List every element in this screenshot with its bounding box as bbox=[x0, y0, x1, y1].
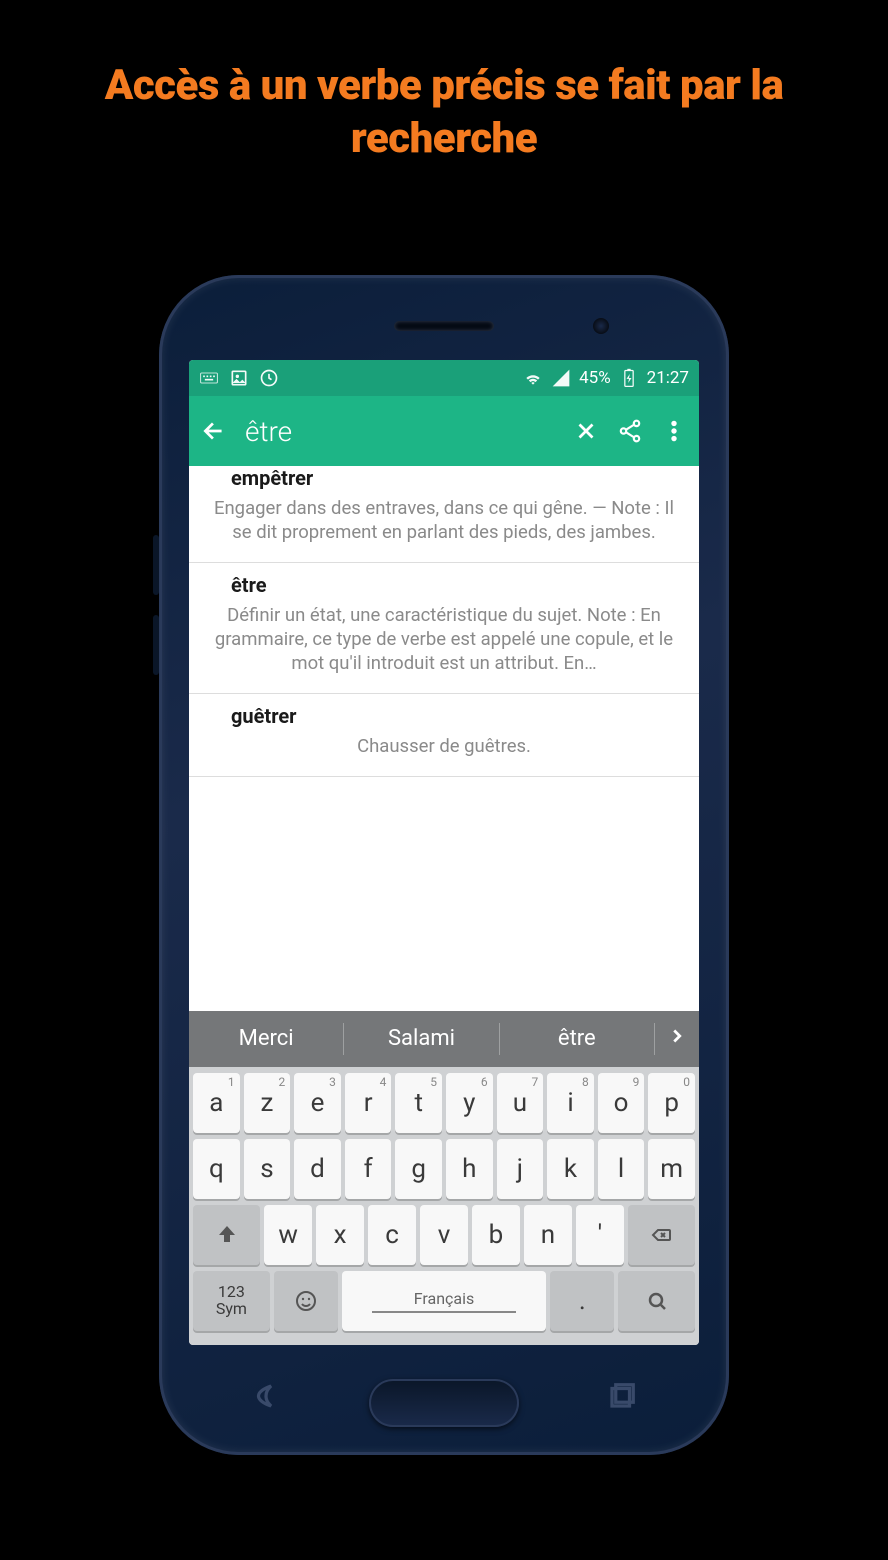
result-item[interactable]: empêtrer Engager dans des entraves, dans… bbox=[189, 466, 699, 563]
result-item[interactable]: guêtrer Chausser de guêtres. bbox=[189, 694, 699, 777]
result-word: être bbox=[211, 573, 677, 597]
letter-key-r[interactable]: r4 bbox=[345, 1073, 392, 1133]
result-definition: Engager dans des entraves, dans ce qui g… bbox=[211, 496, 677, 544]
clear-icon[interactable] bbox=[573, 418, 599, 444]
clock: 21:27 bbox=[647, 368, 689, 388]
keyboard-suggestion[interactable]: Merci bbox=[189, 1023, 344, 1055]
letter-key-k[interactable]: k bbox=[547, 1139, 594, 1199]
overflow-menu-icon[interactable] bbox=[661, 418, 687, 444]
letter-key-y[interactable]: y6 bbox=[446, 1073, 493, 1133]
letter-key-f[interactable]: f bbox=[345, 1139, 392, 1199]
letter-key-s[interactable]: s bbox=[244, 1139, 291, 1199]
letter-key-i[interactable]: i8 bbox=[547, 1073, 594, 1133]
apostrophe-key[interactable]: ' bbox=[576, 1205, 624, 1265]
letter-key-l[interactable]: l bbox=[598, 1139, 645, 1199]
phone-frame: 45% 21:27 être empêtrer Engager dans des… bbox=[159, 275, 729, 1455]
letter-key-t[interactable]: t5 bbox=[395, 1073, 442, 1133]
letter-key-c[interactable]: c bbox=[368, 1205, 416, 1265]
letter-key-n[interactable]: n bbox=[524, 1205, 572, 1265]
status-bar: 45% 21:27 bbox=[189, 360, 699, 396]
sync-icon bbox=[259, 368, 279, 388]
earpiece bbox=[394, 321, 494, 331]
letter-key-a[interactable]: a1 bbox=[193, 1073, 240, 1133]
hw-recent-button[interactable] bbox=[605, 1381, 639, 1411]
keyboard-row-2: qsdfghjklm bbox=[193, 1139, 695, 1199]
letter-key-d[interactable]: d bbox=[294, 1139, 341, 1199]
front-camera bbox=[593, 318, 609, 334]
hw-home-button[interactable] bbox=[369, 1379, 519, 1427]
letter-key-p[interactable]: p0 bbox=[648, 1073, 695, 1133]
letter-key-b[interactable]: b bbox=[472, 1205, 520, 1265]
volume-up-button bbox=[153, 535, 159, 595]
letter-key-o[interactable]: o9 bbox=[598, 1073, 645, 1133]
result-word: guêtrer bbox=[211, 704, 677, 728]
letter-key-u[interactable]: u7 bbox=[497, 1073, 544, 1133]
shift-key[interactable] bbox=[193, 1205, 260, 1265]
letter-key-q[interactable]: q bbox=[193, 1139, 240, 1199]
letter-key-e[interactable]: e3 bbox=[294, 1073, 341, 1133]
battery-percent: 45% bbox=[579, 368, 611, 388]
emoji-key[interactable] bbox=[274, 1271, 338, 1331]
soft-keyboard: Merci Salami être a1z2e3r4t5y6u7i8o9p0 q… bbox=[189, 1011, 699, 1345]
keyboard-row-4: 123 Sym Français . bbox=[193, 1271, 695, 1331]
result-word: empêtrer bbox=[211, 466, 677, 490]
letter-key-m[interactable]: m bbox=[648, 1139, 695, 1199]
search-results[interactable]: empêtrer Engager dans des entraves, dans… bbox=[189, 466, 699, 1011]
search-key[interactable] bbox=[618, 1271, 695, 1331]
letter-key-z[interactable]: z2 bbox=[244, 1073, 291, 1133]
letter-key-v[interactable]: v bbox=[420, 1205, 468, 1265]
phone-screen: 45% 21:27 être empêtrer Engager dans des… bbox=[189, 360, 699, 1345]
keyboard-indicator-icon bbox=[199, 368, 219, 388]
backspace-key[interactable] bbox=[628, 1205, 695, 1265]
promo-headline: Accès à un verbe précis se fait par la r… bbox=[0, 0, 888, 165]
share-icon[interactable] bbox=[617, 418, 643, 444]
letter-key-h[interactable]: h bbox=[446, 1139, 493, 1199]
wifi-icon bbox=[523, 368, 543, 388]
symbols-key[interactable]: 123 Sym bbox=[193, 1271, 270, 1331]
suggestion-expand-icon[interactable] bbox=[655, 1024, 699, 1054]
signal-icon bbox=[551, 368, 571, 388]
battery-charging-icon bbox=[619, 368, 639, 388]
letter-key-g[interactable]: g bbox=[395, 1139, 442, 1199]
hw-back-button[interactable] bbox=[249, 1381, 283, 1411]
result-definition: Chausser de guêtres. bbox=[211, 734, 677, 758]
keyboard-suggestion[interactable]: être bbox=[500, 1023, 655, 1055]
result-definition: Définir un état, une caractéristique du … bbox=[211, 603, 677, 675]
result-item[interactable]: être Définir un état, une caractéristiqu… bbox=[189, 563, 699, 694]
app-bar: être bbox=[189, 396, 699, 466]
volume-down-button bbox=[153, 615, 159, 675]
keyboard-row-3: wxcvbn ' bbox=[193, 1205, 695, 1265]
letter-key-j[interactable]: j bbox=[497, 1139, 544, 1199]
keyboard-suggestion[interactable]: Salami bbox=[344, 1023, 499, 1055]
letter-key-w[interactable]: w bbox=[264, 1205, 312, 1265]
back-arrow-icon[interactable] bbox=[201, 418, 227, 444]
search-input[interactable]: être bbox=[245, 415, 555, 448]
letter-key-x[interactable]: x bbox=[316, 1205, 364, 1265]
spacebar-key[interactable]: Français bbox=[342, 1271, 547, 1331]
screenshot-saved-icon bbox=[229, 368, 249, 388]
period-key[interactable]: . bbox=[550, 1271, 614, 1331]
keyboard-suggestion-bar: Merci Salami être bbox=[189, 1011, 699, 1067]
keyboard-row-1: a1z2e3r4t5y6u7i8o9p0 bbox=[193, 1073, 695, 1133]
